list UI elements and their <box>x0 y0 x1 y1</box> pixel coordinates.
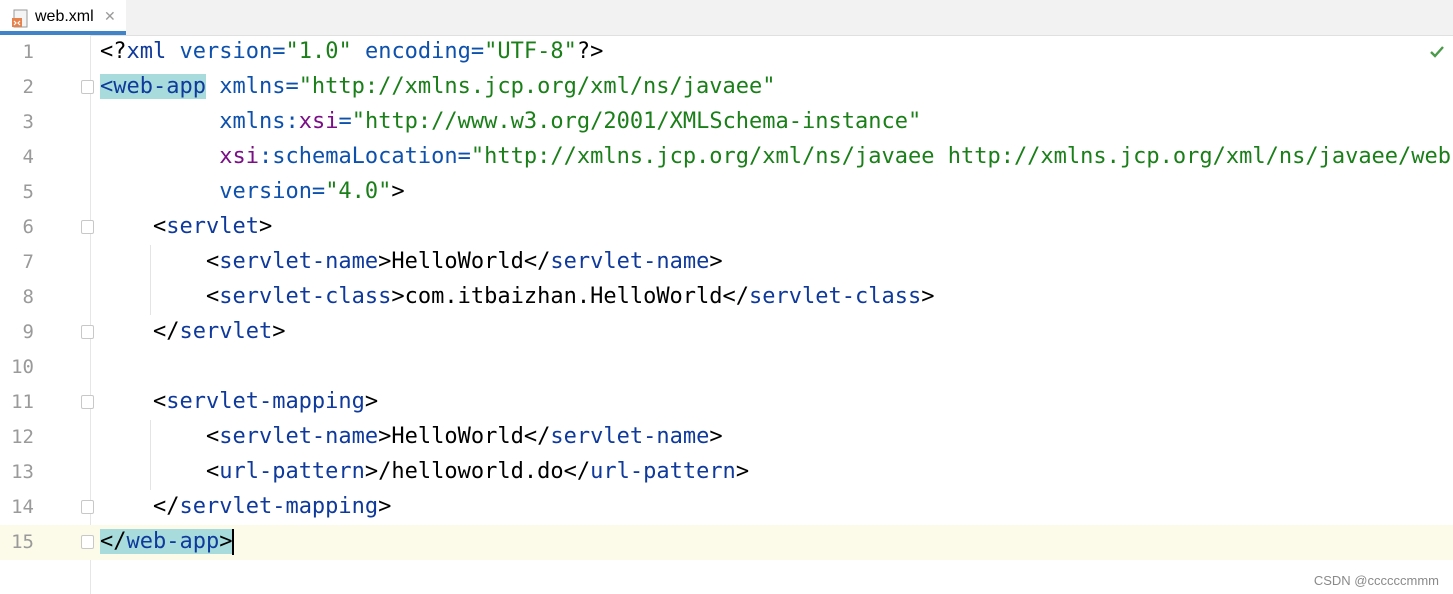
code-text: <url-pattern>/helloworld.do</url-pattern… <box>205 459 750 484</box>
code-text: <?xml version="1.0" encoding="UTF-8"?> <box>100 39 604 64</box>
code-line[interactable]: 11 <servlet-mapping> <box>0 385 1453 420</box>
line-number: 10 <box>11 356 34 378</box>
fold-marker-icon[interactable] <box>81 535 94 549</box>
line-number: 5 <box>22 181 34 203</box>
code-text: </servlet-mapping> <box>152 494 392 519</box>
code-line-current[interactable]: 15 </web-app> <box>0 525 1453 560</box>
fold-marker-icon[interactable] <box>81 325 94 339</box>
code-text: <web-app xmlns="http://xmlns.jcp.org/xml… <box>100 74 776 99</box>
code-text: <servlet-mapping> <box>152 389 379 414</box>
code-line[interactable]: 2 <web-app xmlns="http://xmlns.jcp.org/x… <box>0 70 1453 105</box>
line-number: 4 <box>22 146 34 168</box>
line-number: 6 <box>22 216 34 238</box>
code-line[interactable]: 10 <box>0 350 1453 385</box>
code-line[interactable]: 9 </servlet> <box>0 315 1453 350</box>
code-line[interactable]: 13 <url-pattern>/helloworld.do</url-patt… <box>0 455 1453 490</box>
code-line[interactable]: 14 </servlet-mapping> <box>0 490 1453 525</box>
code-text: <servlet-name>HelloWorld</servlet-name> <box>205 249 723 274</box>
code-line[interactable]: 4 xsi:schemaLocation="http://xmlns.jcp.o… <box>0 140 1453 175</box>
code-text: xsi:schemaLocation="http://xmlns.jcp.org… <box>219 144 1453 169</box>
watermark: CSDN @ccccccmmm <box>1313 573 1439 588</box>
code-text: <servlet> <box>152 214 273 239</box>
line-number: 14 <box>11 496 34 518</box>
indent-guide <box>150 245 151 315</box>
line-number: 1 <box>22 41 34 63</box>
code-editor[interactable]: 1 <?xml version="1.0" encoding="UTF-8"?>… <box>0 35 1453 594</box>
code-line[interactable]: 7 <servlet-name>HelloWorld</servlet-name… <box>0 245 1453 280</box>
line-number: 11 <box>11 391 34 413</box>
fold-marker-icon[interactable] <box>81 220 94 234</box>
fold-marker-icon[interactable] <box>81 395 94 409</box>
line-number: 15 <box>11 531 34 553</box>
indent-guide <box>150 420 151 490</box>
code-text: </web-app> <box>100 529 235 555</box>
tab-label: web.xml <box>35 8 94 25</box>
code-line[interactable]: 1 <?xml version="1.0" encoding="UTF-8"?> <box>0 35 1453 70</box>
fold-marker-icon[interactable] <box>81 500 94 514</box>
code-text: </servlet> <box>152 319 286 344</box>
code-text: <servlet-class>com.itbaizhan.HelloWorld<… <box>205 284 935 309</box>
line-number: 3 <box>22 111 34 133</box>
line-number: 2 <box>22 76 34 98</box>
code-line[interactable]: 5 version="4.0"> <box>0 175 1453 210</box>
code-line[interactable]: 6 <servlet> <box>0 210 1453 245</box>
line-number: 9 <box>22 321 34 343</box>
editor-tab-bar: web.xml ✕ <box>0 0 1453 36</box>
code-line[interactable]: 8 <servlet-class>com.itbaizhan.HelloWorl… <box>0 280 1453 315</box>
close-icon[interactable]: ✕ <box>104 8 116 25</box>
line-number: 7 <box>22 251 34 273</box>
code-line[interactable]: 3 xmlns:xsi="http://www.w3.org/2001/XMLS… <box>0 105 1453 140</box>
tab-web-xml[interactable]: web.xml ✕ <box>0 0 126 35</box>
check-icon[interactable] <box>1429 45 1445 59</box>
matched-tag: </web-app> <box>100 529 233 554</box>
xml-file-icon <box>12 9 28 28</box>
fold-marker-icon[interactable] <box>81 80 94 94</box>
code-line[interactable]: 12 <servlet-name>HelloWorld</servlet-nam… <box>0 420 1453 455</box>
line-number: 12 <box>11 426 34 448</box>
code-text: xmlns:xsi="http://www.w3.org/2001/XMLSch… <box>219 109 922 134</box>
code-text: version="4.0"> <box>219 179 405 204</box>
line-number: 8 <box>22 286 34 308</box>
code-text: <servlet-name>HelloWorld</servlet-name> <box>205 424 723 449</box>
text-caret <box>232 529 235 555</box>
line-number: 13 <box>11 461 34 483</box>
